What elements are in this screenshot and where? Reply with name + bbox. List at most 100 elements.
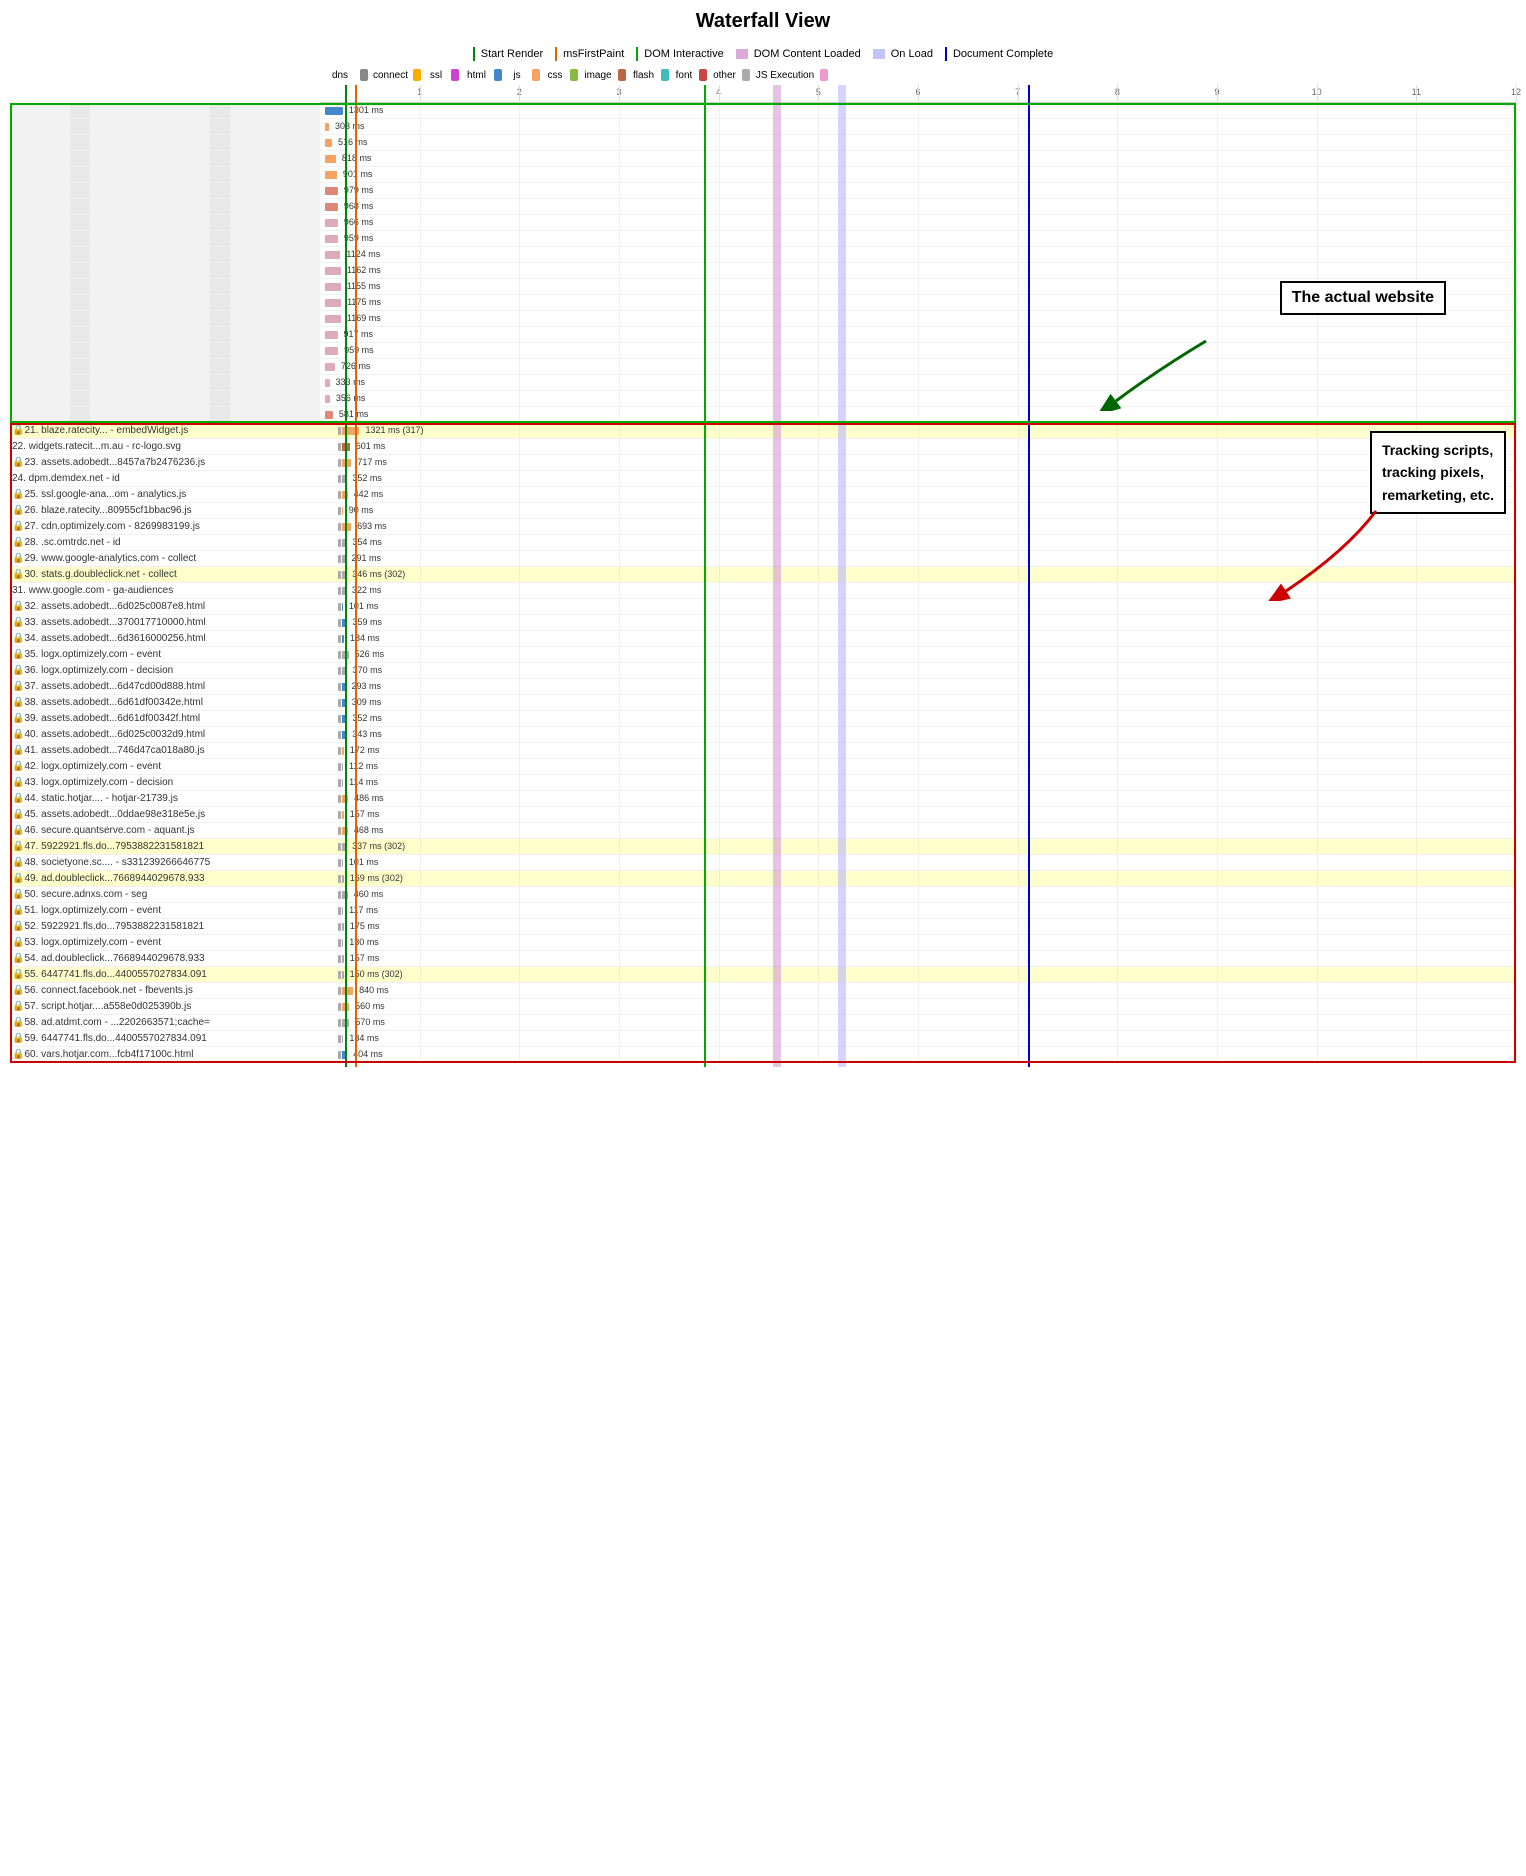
table-row: 🔒56. connect.facebook.net - fbevents.js 8… xyxy=(10,983,1516,999)
url-cell-blurred xyxy=(10,359,320,374)
bar-label: 354 ms xyxy=(352,537,382,547)
bar-area: 601 ms xyxy=(320,439,1516,454)
bar-label: 322 ms xyxy=(352,585,382,595)
bar-label: 1301 ms xyxy=(349,105,384,115)
url-cell-blurred xyxy=(10,183,320,198)
table-row: 🔒28. .sc.omtrdc.net - id354 ms xyxy=(10,535,1516,551)
table-row: 🔒55. 6447741.fls.do...4400557027834.091 1… xyxy=(10,967,1516,983)
bar-label: 352 ms xyxy=(352,713,382,723)
col-dns: dns xyxy=(320,70,360,81)
table-row: 🔒46. secure.quantserve.com - aquant.js46… xyxy=(10,823,1516,839)
waterfall-bar xyxy=(342,683,346,691)
bar-label: 291 ms xyxy=(351,553,381,563)
bar-label: 370 ms xyxy=(353,665,383,675)
url-cell: 🔒42. logx.optimizely.com - event xyxy=(10,761,320,772)
bar-lead xyxy=(338,747,341,755)
bar-area: 337 ms (302) xyxy=(320,839,1516,854)
waterfall-bar xyxy=(342,939,344,947)
waterfall-bar xyxy=(342,507,343,515)
waterfall-bar xyxy=(325,203,338,211)
legend-label: msFirstPaint xyxy=(563,48,624,60)
bar-area: 352 ms xyxy=(320,471,1516,486)
table-row: 🔒39. assets.adobedt...6d61df00342f.html 3… xyxy=(10,711,1516,727)
waterfall-bar xyxy=(342,747,344,755)
waterfall-bar xyxy=(325,251,340,259)
bar-area: 346 ms (302) xyxy=(320,567,1516,582)
url-cell: 🔒25. ssl.google-ana...om - analytics.js xyxy=(10,489,320,500)
bar-lead xyxy=(338,971,341,979)
url-cell-blurred xyxy=(10,311,320,326)
table-row: 1124 ms xyxy=(10,247,1516,263)
bar-area: 959 ms xyxy=(320,343,1516,358)
legend-dom-content-loaded: DOM Content Loaded xyxy=(736,48,861,60)
js-swatch xyxy=(532,69,540,81)
col-font: font xyxy=(669,70,699,81)
bar-area: 917 ms xyxy=(320,327,1516,342)
bar-label: 150 ms (302) xyxy=(350,969,403,979)
bar-lead xyxy=(338,955,341,963)
url-cell: 22. widgets.ratecit...m.au - rc-logo.svg xyxy=(10,441,320,452)
url-cell: 🔒57. script.hotjar....a558e0d025390b.js xyxy=(10,1001,320,1012)
col-js: js xyxy=(502,70,532,81)
waterfall-bar xyxy=(342,555,346,563)
waterfall-bar xyxy=(342,1035,344,1043)
table-row: 818 ms xyxy=(10,151,1516,167)
table-row: 🔒27. cdn.optimizely.com - 8269983199.js6… xyxy=(10,519,1516,535)
table-row: 31. www.google.com - ga-audiences322 ms xyxy=(10,583,1516,599)
col-js-exec: JS Execution xyxy=(750,70,820,81)
bar-lead xyxy=(338,683,341,691)
bar-lead xyxy=(338,491,341,499)
bar-area: 840 ms xyxy=(320,983,1516,998)
url-cell: 🔒59. 6447741.fls.do...4400557027834.091 xyxy=(10,1033,320,1044)
table-row: 1301 ms xyxy=(10,103,1516,119)
bar-area: 818 ms xyxy=(320,151,1516,166)
url-cell-blurred xyxy=(10,295,320,310)
bar-area: 1321 ms (317) xyxy=(320,423,1516,438)
table-row: 🔒37. assets.adobedt...6d47cd00d888.html2… xyxy=(10,679,1516,695)
url-cell: 🔒49. ad.doubleclick...7668944029678.933 xyxy=(10,873,320,884)
bar-label: 717 ms xyxy=(357,457,387,467)
table-row: 516 ms xyxy=(10,135,1516,151)
bar-area: 309 ms xyxy=(320,695,1516,710)
table-row: 🔒42. logx.optimizely.com - event112 ms xyxy=(10,759,1516,775)
bar-label: 346 ms (302) xyxy=(352,569,405,579)
bar-area: 966 ms xyxy=(320,215,1516,230)
bar-area: 693 ms xyxy=(320,519,1516,534)
bar-area: 117 ms xyxy=(320,903,1516,918)
bar-area: 370 ms xyxy=(320,663,1516,678)
bar-area: 560 ms xyxy=(320,999,1516,1014)
url-cell: 🔒55. 6447741.fls.do...4400557027834.091 xyxy=(10,969,320,980)
waterfall-bar xyxy=(325,331,338,339)
bar-label: 840 ms xyxy=(359,985,389,995)
timeline-row: 123456789101112 xyxy=(320,85,1516,103)
url-cell-blurred xyxy=(10,391,320,406)
url-cell: 🔒29. www.google-analytics.com - collect xyxy=(10,553,320,564)
bar-label: 404 ms xyxy=(353,1049,383,1059)
waterfall-bar xyxy=(342,571,347,579)
waterfall-bar xyxy=(342,651,349,659)
bar-lead xyxy=(338,539,341,547)
table-row: 🔒21. blaze.ratecity... - embedWidget.js1… xyxy=(10,423,1516,439)
url-cell: 🔒39. assets.adobedt...6d61df00342f.html xyxy=(10,713,320,724)
url-cell-blurred xyxy=(10,263,320,278)
bar-lead xyxy=(338,555,341,563)
bar-label: 693 ms xyxy=(357,521,387,531)
bar-label: 1321 ms (317) xyxy=(365,425,423,435)
table-row: 🔒44. static.hotjar.... - hotjar-21739.js… xyxy=(10,791,1516,807)
bar-area: 581 ms xyxy=(320,407,1516,422)
bar-area: 901 ms xyxy=(320,167,1516,182)
bar-area: 352 ms xyxy=(320,711,1516,726)
col-css: css xyxy=(540,70,570,81)
waterfall-bar xyxy=(342,715,347,723)
legend-label: Start Render xyxy=(481,48,543,60)
bar-label: 343 ms xyxy=(352,729,382,739)
url-cell-blurred xyxy=(10,167,320,182)
legend-msfirstpaint: msFirstPaint xyxy=(555,47,624,61)
url-cell: 🔒23. assets.adobedt...8457a7b2476236.js xyxy=(10,457,320,468)
url-cell: 🔒56. connect.facebook.net - fbevents.js xyxy=(10,985,320,996)
table-row: 901 ms xyxy=(10,167,1516,183)
bar-label: 1175 ms xyxy=(347,297,381,307)
waterfall-bar xyxy=(325,235,338,243)
url-cell: 🔒52. 5922921.fls.do...7953882231581821 xyxy=(10,921,320,932)
waterfall-bar xyxy=(325,123,329,131)
